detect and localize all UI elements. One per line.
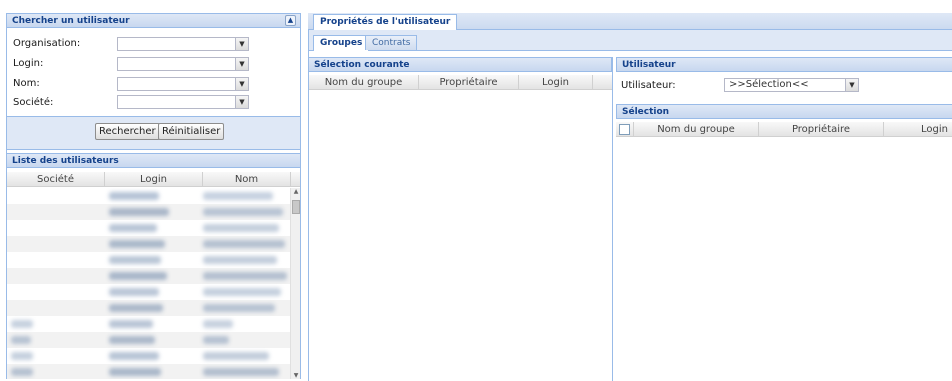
column-societe[interactable]: Société	[7, 172, 105, 187]
redacted-cell	[203, 304, 275, 312]
redacted-cell	[109, 368, 161, 376]
redacted-cell	[203, 368, 279, 376]
organisation-label: Organisation:	[13, 38, 81, 49]
redacted-cell	[203, 256, 277, 264]
column-nom-du-groupe[interactable]: Nom du groupe	[634, 122, 759, 137]
select-all-checkbox[interactable]	[619, 124, 630, 135]
reset-button[interactable]: Réinitialiser	[158, 123, 225, 140]
user-section-title: Utilisateur	[622, 60, 676, 70]
table-row[interactable]	[7, 332, 290, 348]
redacted-cell	[109, 304, 163, 312]
redacted-cell	[109, 336, 155, 344]
login-label: Login:	[13, 58, 44, 69]
chevron-down-icon[interactable]: ▼	[845, 79, 858, 91]
redacted-cell	[11, 336, 31, 344]
table-row[interactable]	[7, 220, 290, 236]
chevron-down-icon[interactable]: ▼	[235, 96, 248, 108]
redacted-cell	[11, 368, 33, 376]
column-nom[interactable]: Nom	[203, 172, 291, 187]
selection-column-header: Nom du groupe Propriétaire Login	[616, 122, 952, 137]
redacted-cell	[109, 208, 169, 216]
redacted-cell	[109, 288, 159, 296]
chevron-down-icon[interactable]: ▼	[235, 78, 248, 90]
select-all-checkbox-cell	[616, 122, 634, 137]
redacted-cell	[203, 192, 273, 200]
table-row[interactable]	[7, 284, 290, 300]
current-selection-column-header: Nom du groupe Propriétaire Login	[309, 75, 612, 90]
redacted-cell	[109, 240, 165, 248]
redacted-cell	[109, 256, 161, 264]
organisation-select[interactable]: ▼	[117, 37, 249, 51]
tab-proprietes[interactable]: Propriétés de l'utilisateur	[313, 14, 458, 30]
double-chevron-up-icon[interactable]: ▲	[285, 15, 296, 26]
scroll-down-icon[interactable]: ▼	[292, 372, 300, 379]
societe-label: Société:	[13, 97, 54, 108]
table-row[interactable]	[7, 316, 290, 332]
table-row[interactable]	[7, 188, 290, 204]
chevron-down-icon[interactable]: ▼	[235, 38, 248, 50]
redacted-cell	[11, 320, 33, 328]
redacted-cell	[203, 288, 281, 296]
current-selection-header: Sélection courante	[309, 57, 612, 72]
redacted-cell	[11, 352, 33, 360]
column-login[interactable]: Login	[884, 122, 952, 137]
redacted-cell	[203, 352, 269, 360]
redacted-cell	[109, 320, 153, 328]
column-login[interactable]: Login	[519, 75, 593, 90]
login-select[interactable]: ▼	[117, 57, 249, 71]
column-login[interactable]: Login	[105, 172, 203, 187]
redacted-cell	[203, 224, 279, 232]
scroll-up-icon[interactable]: ▲	[292, 188, 300, 195]
selection-header: Sélection	[616, 104, 952, 119]
selection-title: Sélection	[622, 107, 670, 117]
societe-select[interactable]: ▼	[117, 95, 249, 109]
tab-contrats[interactable]: Contrats	[365, 35, 418, 50]
user-list-title: Liste des utilisateurs	[12, 156, 119, 166]
nom-select[interactable]: ▼	[117, 77, 249, 91]
user-list-scrollbar[interactable]: ▲ ▼	[290, 188, 300, 379]
user-list-body	[7, 188, 290, 379]
current-selection-title: Sélection courante	[314, 60, 410, 70]
redacted-cell	[109, 224, 157, 232]
user-select[interactable]: >>Sélection<< ▼	[724, 78, 859, 92]
redacted-cell	[203, 336, 229, 344]
search-panel-header: Chercher un utilisateur ▲	[6, 13, 301, 28]
column-proprietaire[interactable]: Propriétaire	[419, 75, 519, 90]
table-row[interactable]	[7, 268, 290, 284]
table-row[interactable]	[7, 300, 290, 316]
redacted-cell	[203, 208, 283, 216]
user-select-value: >>Sélection<<	[729, 79, 809, 90]
column-nom-du-groupe[interactable]: Nom du groupe	[309, 75, 419, 90]
redacted-cell	[109, 272, 167, 280]
user-section-header: Utilisateur	[616, 57, 952, 72]
table-row[interactable]	[7, 252, 290, 268]
redacted-cell	[203, 320, 233, 328]
nom-label: Nom:	[13, 78, 40, 89]
column-proprietaire[interactable]: Propriétaire	[759, 122, 884, 137]
chevron-down-icon[interactable]: ▼	[235, 58, 248, 70]
redacted-cell	[109, 192, 159, 200]
redacted-cell	[109, 352, 159, 360]
table-row[interactable]	[7, 204, 290, 220]
redacted-cell	[203, 272, 287, 280]
redacted-cell	[203, 240, 285, 248]
panel-divider	[612, 57, 613, 381]
table-row[interactable]	[7, 236, 290, 252]
user-label: Utilisateur:	[621, 80, 676, 91]
user-list-header: Liste des utilisateurs	[6, 153, 301, 168]
user-list-column-header: Société Login Nom	[7, 172, 300, 187]
search-panel-title: Chercher un utilisateur	[12, 16, 130, 26]
scroll-thumb[interactable]	[292, 200, 300, 214]
table-row[interactable]	[7, 348, 290, 364]
search-button[interactable]: Rechercher	[95, 123, 160, 140]
table-row[interactable]	[7, 364, 290, 379]
tab-groupes[interactable]: Groupes	[313, 35, 370, 51]
